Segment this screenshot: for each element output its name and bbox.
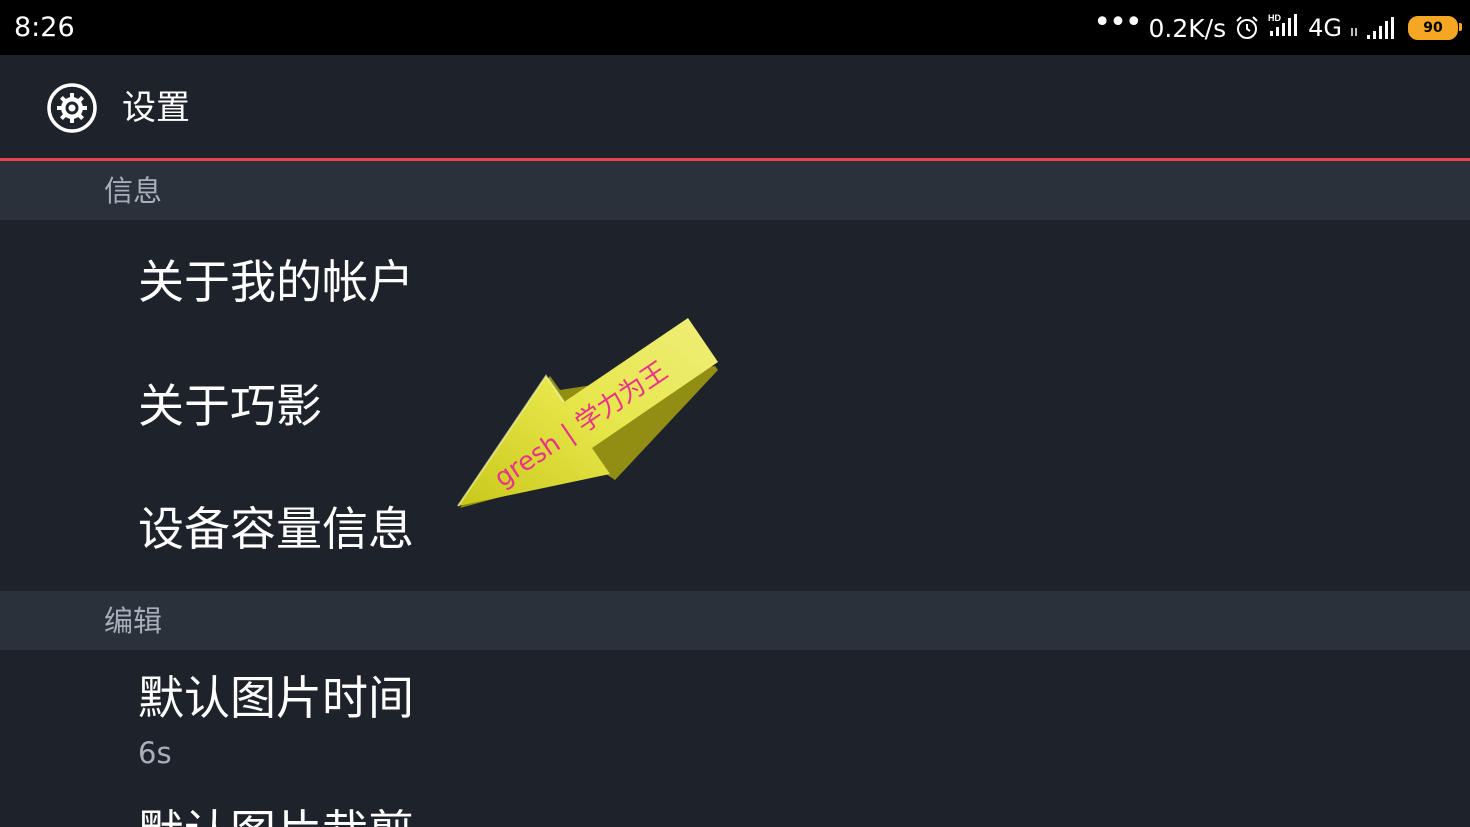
section-header-edit-label: 编辑 — [104, 604, 163, 638]
status-icons: ••• 0.2K/s HD 4G 90 — [1093, 5, 1462, 46]
section-header-info: 信息 — [0, 161, 1470, 220]
pref-storage-info[interactable]: 设备容量信息 — [0, 468, 1470, 591]
pref-default-image-duration[interactable]: 默认图片时间 6s — [0, 650, 1470, 784]
pref-default-image-duration-title: 默认图片时间 — [138, 671, 414, 725]
pref-about-account[interactable]: 关于我的帐户 — [0, 220, 1470, 344]
hd-label: HD — [1268, 13, 1281, 23]
net-speed: 0.2K/s — [1148, 13, 1227, 43]
section-header-info-label: 信息 — [104, 174, 163, 208]
status-bar: 8:26 ••• 0.2K/s HD 4G 90 — [0, 0, 1470, 55]
status-time: 8:26 — [14, 12, 75, 43]
pref-default-image-crop[interactable]: 默认图片裁剪 — [0, 784, 1470, 827]
alarm-icon — [1236, 16, 1258, 39]
section-header-edit: 编辑 — [0, 591, 1470, 650]
settings-screen: 8:26 ••• 0.2K/s HD 4G 90 设置 信息 关于我的帐户 关于… — [0, 0, 1470, 827]
more-notifications-icon: ••• — [1093, 5, 1142, 40]
signal-strength-icon — [1367, 17, 1394, 39]
battery-icon: 90 — [1408, 16, 1462, 40]
data-arrows-icon — [1351, 28, 1357, 36]
pref-about-app[interactable]: 关于巧影 — [0, 344, 1470, 468]
pref-storage-info-title: 设备容量信息 — [138, 502, 414, 556]
pref-default-image-duration-summary: 6s — [138, 736, 172, 770]
battery-level: 90 — [1423, 20, 1443, 36]
pref-default-image-crop-title: 默认图片裁剪 — [138, 804, 414, 827]
pref-about-app-title: 关于巧影 — [138, 379, 322, 433]
settings-gear-icon[interactable] — [46, 82, 98, 134]
pref-about-account-title: 关于我的帐户 — [138, 255, 414, 309]
network-type: 4G — [1308, 14, 1342, 42]
page-title: 设置 — [122, 88, 190, 128]
action-bar: 设置 — [0, 55, 1470, 158]
hd-signal-icon: HD — [1268, 12, 1300, 44]
